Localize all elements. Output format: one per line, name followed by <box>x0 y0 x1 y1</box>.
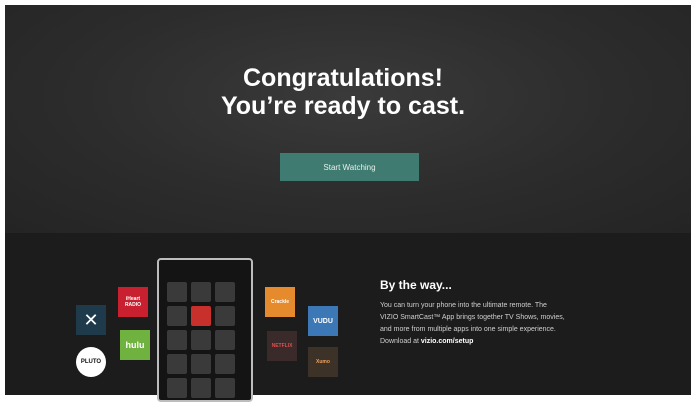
title-line-1: Congratulations! <box>243 64 443 92</box>
info-line-4-prefix: Download at <box>380 338 421 345</box>
xumo-app-icon: Xumo <box>308 347 338 377</box>
phone-tile <box>215 282 235 302</box>
setup-link[interactable]: vizio.com/setup <box>421 338 474 345</box>
phone-tile <box>191 378 211 398</box>
iheart-app-icon: iHeart RADIO <box>118 287 148 317</box>
phone-illustration <box>157 258 253 402</box>
vudu-app-icon: VUDU <box>308 306 338 336</box>
info-title: By the way... <box>380 278 452 292</box>
phone-tile <box>191 354 211 374</box>
phone-app-grid <box>167 282 235 398</box>
crackle-app-icon: Crackle <box>265 287 295 317</box>
start-watching-button[interactable]: Start Watching <box>280 153 419 181</box>
netflix-app-icon: NETFLIX <box>267 331 297 361</box>
phone-tile <box>215 354 235 374</box>
title-line-2: You’re ready to cast. <box>220 92 466 120</box>
phone-tile <box>167 306 187 326</box>
phone-tile <box>167 354 187 374</box>
info-line-2: VIZIO SmartCast™ App brings together TV … <box>380 314 565 321</box>
phone-tile <box>167 282 187 302</box>
phone-tile <box>167 378 187 398</box>
page-title: Congratulations! You’re ready to cast. <box>0 64 691 120</box>
phone-tile-highlight <box>191 306 211 326</box>
phone-tile <box>215 330 235 350</box>
info-line-1: You can turn your phone into the ultimat… <box>380 302 547 309</box>
phone-tile <box>215 306 235 326</box>
pluto-app-icon: PLUTO <box>76 347 106 377</box>
info-body: You can turn your phone into the ultimat… <box>380 300 640 348</box>
info-line-3: and more from multiple apps into one sim… <box>380 326 556 333</box>
hulu-app-icon: hulu <box>120 330 150 360</box>
phone-tile <box>191 330 211 350</box>
x-app-icon: ✕ <box>76 305 106 335</box>
phone-tile <box>191 282 211 302</box>
phone-tile <box>215 378 235 398</box>
info-line-4: Download at vizio.com/setup <box>380 336 640 348</box>
phone-tile <box>167 330 187 350</box>
